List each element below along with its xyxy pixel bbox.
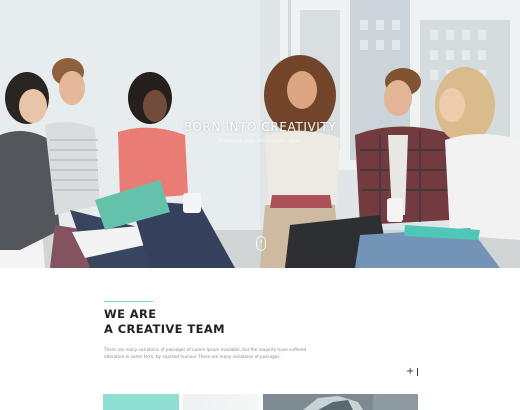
plus-icon: + bbox=[406, 366, 415, 377]
scroll-mouse-icon[interactable] bbox=[256, 236, 266, 251]
plus-divider bbox=[417, 368, 419, 376]
gallery-tile-photo-image bbox=[263, 394, 418, 410]
hero-subtitle: Elaborate your imagination ideas bbox=[218, 138, 302, 143]
section-title-line-2: A CREATIVE TEAM bbox=[104, 322, 225, 336]
expand-plus-button[interactable]: + bbox=[406, 367, 422, 377]
section-title-line-1: WE ARE bbox=[104, 307, 157, 321]
gallery-tile-teal[interactable] bbox=[103, 394, 179, 410]
section-accent-line bbox=[104, 301, 153, 302]
hero-title-group: BORN INTO CREATIVITY bbox=[182, 119, 338, 135]
hero-section: BORN INTO CREATIVITY Elaborate your imag… bbox=[0, 0, 520, 268]
gallery-tile-light[interactable] bbox=[183, 394, 259, 410]
gallery-tile-photo[interactable] bbox=[263, 394, 418, 410]
hero-title: BORN INTO CREATIVITY bbox=[183, 120, 337, 134]
section-description: There are many variations of passages of… bbox=[104, 347, 307, 359]
section-title: WE ARE A CREATIVE TEAM bbox=[104, 307, 225, 337]
